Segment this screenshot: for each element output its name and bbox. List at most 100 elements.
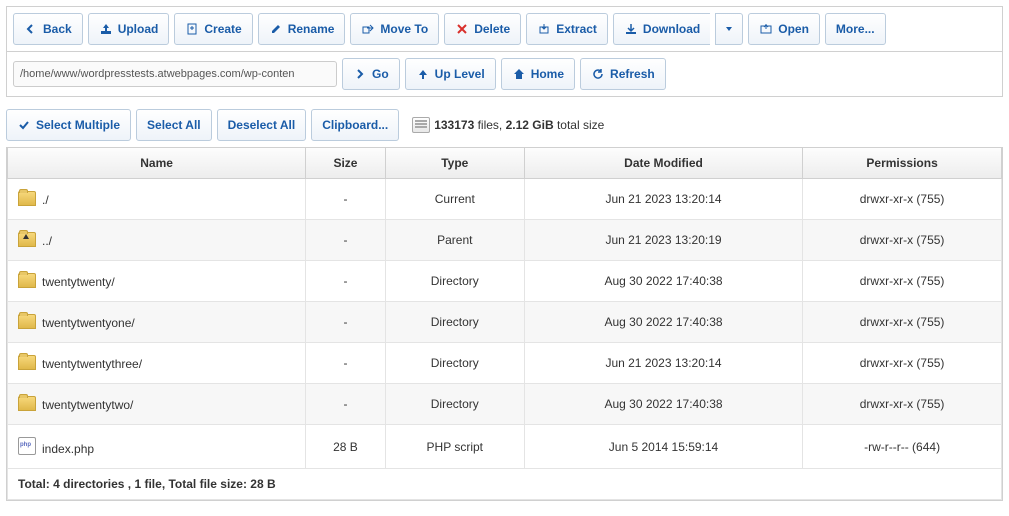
create-button[interactable]: Create: [174, 13, 252, 45]
rename-button[interactable]: Rename: [258, 13, 346, 45]
home-icon: [512, 67, 526, 81]
file-size: -: [306, 261, 386, 302]
home-label: Home: [531, 67, 564, 81]
file-size: -: [306, 302, 386, 343]
clipboard-button[interactable]: Clipboard...: [311, 109, 399, 141]
table-row[interactable]: ./-CurrentJun 21 2023 13:20:14drwxr-xr-x…: [8, 179, 1002, 220]
file-size: -: [306, 384, 386, 425]
file-type: Current: [385, 179, 524, 220]
file-perm: drwxr-xr-x (755): [803, 179, 1002, 220]
delete-icon: [455, 22, 469, 36]
arrow-up-icon: [416, 67, 430, 81]
download-dropdown[interactable]: [715, 13, 743, 45]
select-multiple-button[interactable]: Select Multiple: [6, 109, 131, 141]
file-date: Jun 21 2023 13:20:19: [524, 220, 802, 261]
file-name: twentytwenty/: [42, 275, 115, 289]
extract-button[interactable]: Extract: [526, 13, 608, 45]
open-label: Open: [778, 22, 809, 36]
file-name: index.php: [42, 442, 94, 456]
table-row[interactable]: twentytwentytwo/-DirectoryAug 30 2022 17…: [8, 384, 1002, 425]
nav-toolbar: Go Up Level Home Refresh: [7, 52, 1002, 96]
select-all-button[interactable]: Select All: [136, 109, 212, 141]
col-date[interactable]: Date Modified: [524, 148, 802, 179]
table-row[interactable]: twentytwentythree/ -DirectoryJun 21 2023 …: [8, 343, 1002, 384]
file-perm: drwxr-xr-x (755): [803, 384, 1002, 425]
upload-label: Upload: [118, 22, 159, 36]
file-name: ../: [42, 234, 52, 248]
file-type: PHP script: [385, 425, 524, 469]
col-type[interactable]: Type: [385, 148, 524, 179]
file-size: -: [306, 220, 386, 261]
file-date: Aug 30 2022 17:40:38: [524, 261, 802, 302]
up-label: Up Level: [435, 67, 485, 81]
back-button[interactable]: Back: [13, 13, 83, 45]
file-name: twentytwentythree/: [42, 357, 142, 371]
table-row[interactable]: twentytwenty/-DirectoryAug 30 2022 17:40…: [8, 261, 1002, 302]
chevron-down-icon: [722, 22, 736, 36]
delete-label: Delete: [474, 22, 510, 36]
folder-icon: [18, 396, 36, 411]
delete-button[interactable]: Delete: [444, 13, 521, 45]
file-size: -: [306, 343, 386, 384]
file-name: twentytwentyone/: [42, 316, 135, 330]
table-row[interactable]: index.php28 BPHP scriptJun 5 2014 15:59:…: [8, 425, 1002, 469]
file-perm: drwxr-xr-x (755): [803, 261, 1002, 302]
summary-row: Total: 4 directories , 1 file, Total fil…: [8, 469, 1002, 500]
back-label: Back: [43, 22, 72, 36]
move-label: Move To: [380, 22, 428, 36]
upload-button[interactable]: Upload: [88, 13, 170, 45]
home-button[interactable]: Home: [501, 58, 575, 90]
refresh-label: Refresh: [610, 67, 655, 81]
path-input[interactable]: [13, 61, 337, 87]
folder-icon: [18, 355, 36, 370]
file-table: Name Size Type Date Modified Permissions…: [7, 148, 1002, 500]
refresh-button[interactable]: Refresh: [580, 58, 666, 90]
open-button[interactable]: Open: [748, 13, 820, 45]
file-perm: drwxr-xr-x (755): [803, 302, 1002, 343]
extract-label: Extract: [556, 22, 597, 36]
file-size: 28 B: [306, 425, 386, 469]
php-icon: [18, 437, 36, 455]
check-icon: [17, 118, 31, 132]
rename-label: Rename: [288, 22, 335, 36]
folder-icon: [18, 314, 36, 329]
refresh-icon: [591, 67, 605, 81]
database-icon: [412, 117, 430, 133]
file-date: Aug 30 2022 17:40:38: [524, 302, 802, 343]
up-level-button[interactable]: Up Level: [405, 58, 496, 90]
file-perm: drwxr-xr-x (755): [803, 343, 1002, 384]
upload-icon: [99, 22, 113, 36]
folder-up-icon: [18, 232, 36, 247]
folder-icon: [18, 191, 36, 206]
file-name: ./: [42, 193, 49, 207]
go-label: Go: [372, 67, 389, 81]
more-label: More...: [836, 22, 875, 36]
table-row[interactable]: twentytwentyone/-DirectoryAug 30 2022 17…: [8, 302, 1002, 343]
download-button[interactable]: Download: [613, 13, 710, 45]
main-toolbar: Back Upload Create Rename Move To Delete…: [7, 7, 1002, 52]
download-label: Download: [643, 22, 700, 36]
col-name[interactable]: Name: [8, 148, 306, 179]
table-row[interactable]: ../-ParentJun 21 2023 13:20:19drwxr-xr-x…: [8, 220, 1002, 261]
file-date: Aug 30 2022 17:40:38: [524, 384, 802, 425]
file-date: Jun 21 2023 13:20:14: [524, 343, 802, 384]
open-icon: [759, 22, 773, 36]
file-count: 133173: [434, 118, 474, 132]
file-perm: drwxr-xr-x (755): [803, 220, 1002, 261]
move-button[interactable]: Move To: [350, 13, 439, 45]
stats-text: 133173 files, 2.12 GiB total size: [412, 117, 604, 133]
total-size: 2.12 GiB: [506, 118, 554, 132]
col-perm[interactable]: Permissions: [803, 148, 1002, 179]
deselect-all-button[interactable]: Deselect All: [217, 109, 307, 141]
col-size[interactable]: Size: [306, 148, 386, 179]
file-type: Directory: [385, 343, 524, 384]
create-label: Create: [204, 22, 241, 36]
go-button[interactable]: Go: [342, 58, 400, 90]
create-icon: [185, 22, 199, 36]
file-date: Jun 21 2023 13:20:14: [524, 179, 802, 220]
more-button[interactable]: More...: [825, 13, 886, 45]
arrow-right-icon: [353, 67, 367, 81]
extract-icon: [537, 22, 551, 36]
pencil-icon: [269, 22, 283, 36]
arrow-left-icon: [24, 22, 38, 36]
